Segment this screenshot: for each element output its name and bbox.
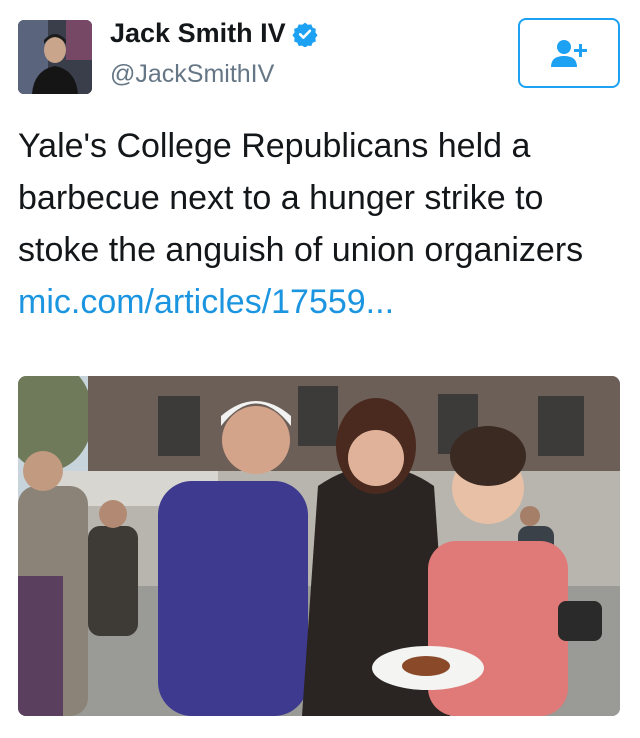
avatar[interactable] xyxy=(18,20,92,94)
tweet-article-link[interactable]: mic.com/articles/17559... xyxy=(18,283,394,321)
profile-photo-icon xyxy=(18,20,92,94)
author-name-row: Jack Smith IV xyxy=(110,18,318,49)
tweet-body-text: Yale's College Republicans held a barbec… xyxy=(18,127,584,269)
tweet-photo[interactable] xyxy=(18,376,620,716)
tweet-text: Yale's College Republicans held a barbec… xyxy=(18,120,622,328)
author-handle[interactable]: @JackSmithIV xyxy=(110,60,274,89)
photo-image xyxy=(18,376,620,716)
author-display-name[interactable]: Jack Smith IV xyxy=(110,18,286,49)
verified-badge-icon xyxy=(292,22,318,47)
follow-button[interactable] xyxy=(518,18,620,88)
add-user-icon xyxy=(551,40,587,67)
